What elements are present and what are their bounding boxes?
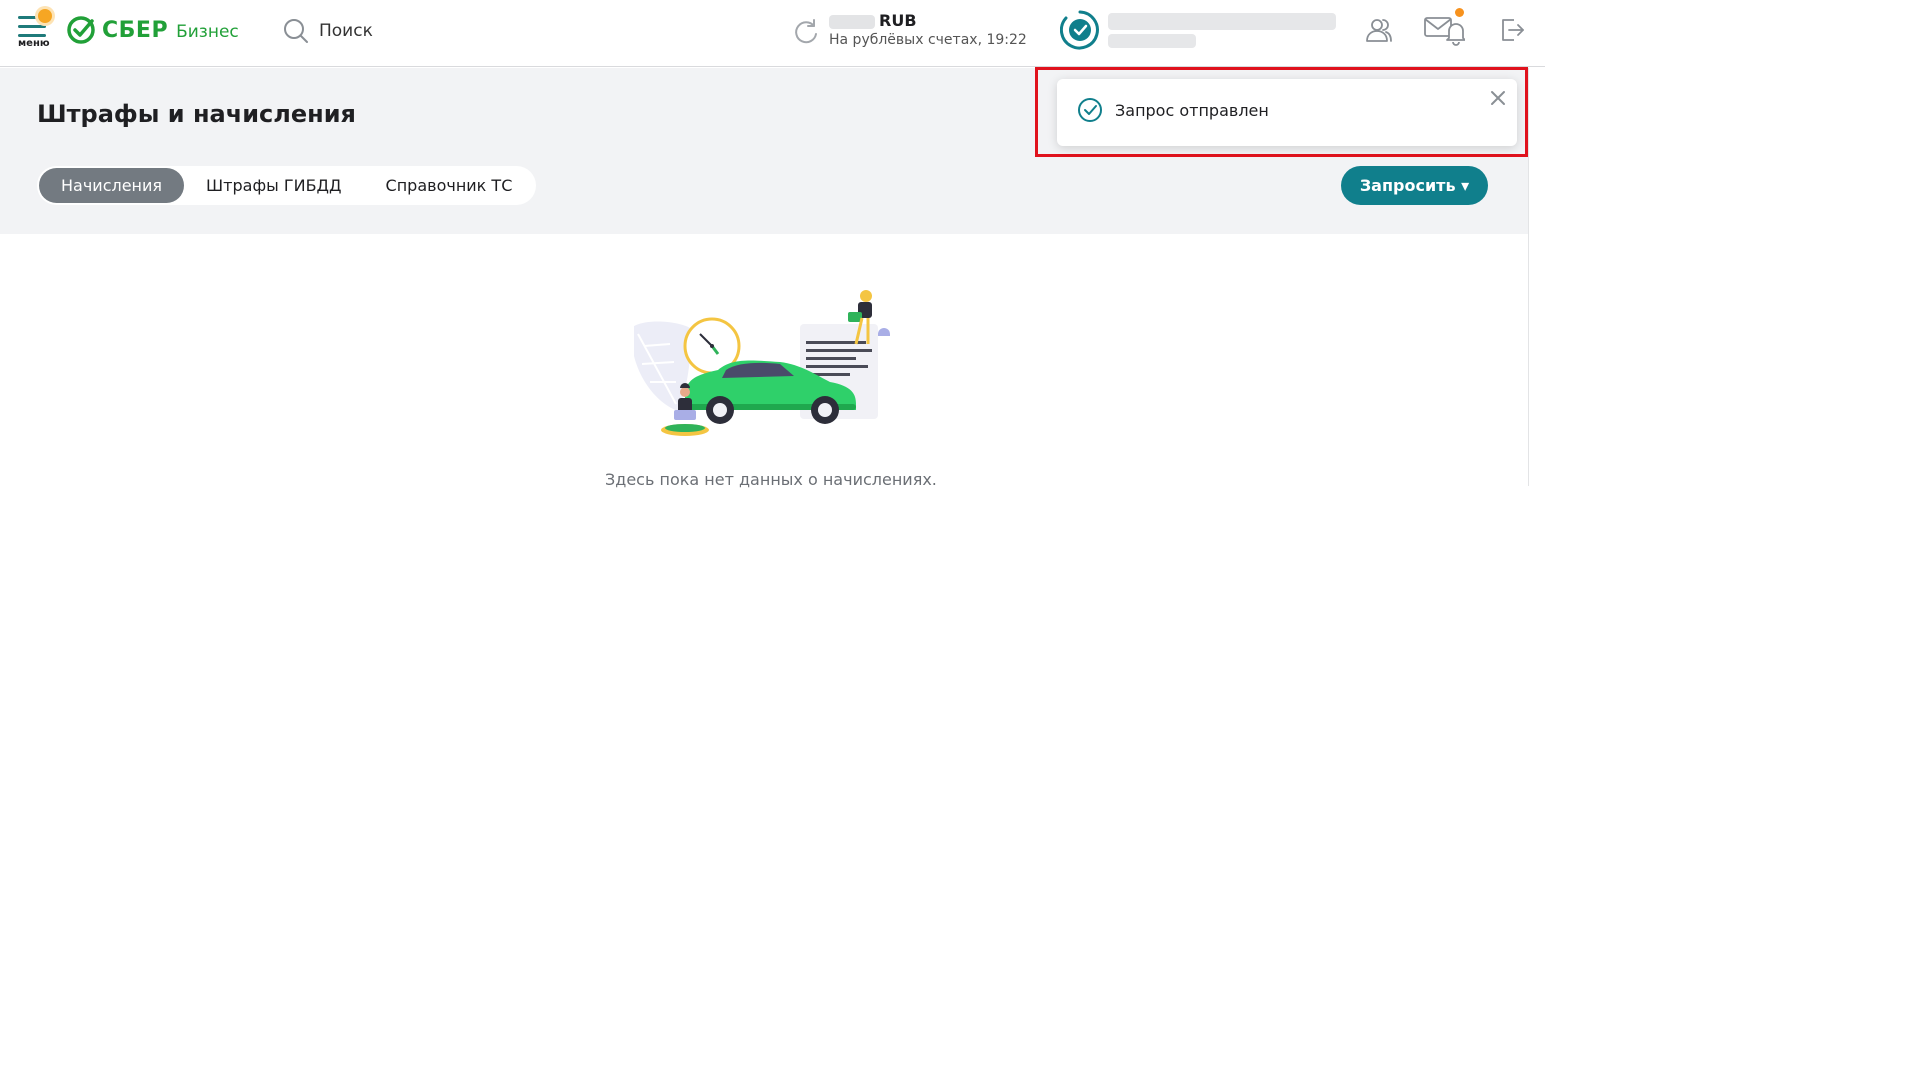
page-title: Штрафы и начисления — [37, 100, 356, 128]
refresh-icon[interactable] — [792, 18, 820, 46]
mail-bell-icon[interactable] — [1423, 14, 1465, 46]
search-button[interactable]: Поиск — [283, 18, 373, 44]
org-name-hidden — [1108, 13, 1336, 30]
hidden-amount — [829, 14, 875, 29]
menu-label: меню — [18, 38, 50, 49]
request-button[interactable]: Запросить ▾ — [1341, 166, 1488, 205]
balance-subtitle: На рублёвых счетах, 19:22 — [829, 32, 1027, 48]
tab-vehicle-directory[interactable]: Справочник ТС — [364, 168, 535, 203]
balance-currency: RUB — [879, 11, 917, 30]
menu-notification-dot — [38, 9, 52, 23]
toast-message: Запрос отправлен — [1115, 101, 1269, 120]
notification-dot — [1455, 8, 1464, 17]
menu-button[interactable]: меню — [16, 8, 52, 52]
content-divider — [1528, 68, 1529, 486]
tab-accruals[interactable]: Начисления — [39, 168, 185, 203]
close-icon[interactable] — [1489, 89, 1507, 107]
top-header: меню СБЕР Бизнес Поиск RUB На рублёвых с… — [0, 0, 1545, 67]
organization-selector[interactable] — [1059, 10, 1336, 54]
tab-traffic-fines[interactable]: Штрафы ГИБДД — [184, 168, 364, 203]
toast-notification: Запрос отправлен — [1057, 79, 1517, 146]
org-inn-hidden — [1108, 34, 1196, 48]
search-icon — [284, 19, 308, 43]
empty-state-text: Здесь пока нет данных о начислениях. — [605, 470, 937, 489]
logo-subtitle: Бизнес — [176, 22, 239, 42]
tabs: Начисления Штрафы ГИБДД Справочник ТС — [37, 166, 537, 205]
logout-icon[interactable] — [1498, 16, 1526, 44]
search-label: Поиск — [319, 21, 373, 41]
sber-logo-icon — [67, 16, 95, 44]
empty-state-illustration — [634, 290, 890, 436]
org-status-icon — [1059, 10, 1099, 50]
sber-business-logo[interactable]: СБЕР Бизнес — [66, 15, 239, 45]
logo-text: СБЕР — [102, 17, 169, 43]
users-icon[interactable] — [1364, 16, 1392, 44]
balance-amount: RUB — [829, 11, 917, 30]
check-circle-icon — [1078, 98, 1102, 122]
